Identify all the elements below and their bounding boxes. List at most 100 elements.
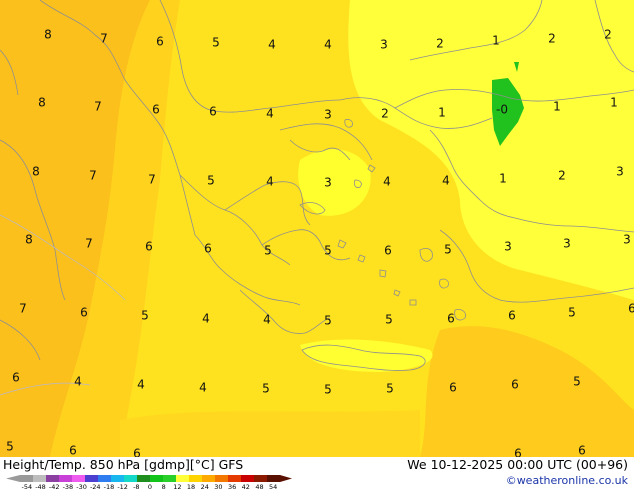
contour-label: 6 [508, 309, 516, 323]
contour-label: 6 [514, 447, 522, 458]
contour-label: 3 [324, 176, 332, 190]
colorbar-cell [189, 475, 203, 482]
colorbar-cell [72, 475, 86, 482]
contour-label: 4 [442, 174, 450, 188]
contour-label: 6 [511, 378, 519, 392]
temperature-map: 8 7 6 5 4 4 3 2 1 2 2 8 7 6 6 4 3 2 1 -0 1 1 8 7 7 5 4 3 4 4 1 2 3 8 7 6 6 5 5… [0, 0, 634, 457]
contour-label: 3 [623, 233, 631, 247]
colorbar-tick-label: 24 [201, 483, 209, 490]
contour-label: 2 [604, 28, 612, 42]
colorbar-tick-label: -12 [117, 483, 128, 490]
colorbar-tick-label: -38 [63, 483, 74, 490]
contour-label: 6 [204, 242, 212, 256]
colorbar-cell [85, 475, 99, 482]
contour-label: 5 [212, 36, 220, 50]
colorbar-tick-label: 18 [187, 483, 195, 490]
temperature-colorbar: -54 -48 -42 -38 -30 -24 -18 -12 -8 0 8 12 18 24 30 36 42… [6, 475, 292, 490]
contour-label: 3 [324, 108, 332, 122]
colorbar-tick-label: -42 [49, 483, 60, 490]
colorbar-tick-label: 12 [173, 483, 181, 490]
colorbar-cell [176, 475, 190, 482]
credit-link[interactable]: ©weatheronline.co.uk [506, 474, 628, 487]
colorbar-tick-label: 54 [269, 483, 277, 490]
contour-label: 4 [383, 175, 391, 189]
contour-label: 4 [324, 38, 332, 52]
colorbar-cell [163, 475, 177, 482]
colorbar-tick-label: -18 [104, 483, 115, 490]
contour-label: 7 [19, 302, 27, 316]
contour-label: 3 [616, 165, 624, 179]
colorbar-arrow-left [6, 475, 20, 482]
colorbar-tick-label: 30 [214, 483, 222, 490]
contour-label: 5 [385, 313, 393, 327]
contour-label: 7 [89, 169, 97, 183]
contour-label: 5 [568, 306, 576, 320]
contour-label: 7 [85, 237, 93, 251]
contour-label: 5 [324, 314, 332, 328]
colorbar-tick-label: 8 [162, 483, 166, 490]
colorbar-cell [59, 475, 73, 482]
contour-label: 7 [148, 173, 156, 187]
contour-label: 5 [324, 383, 332, 397]
colorbar-tick-label: -48 [35, 483, 46, 490]
contour-label: 6 [156, 35, 164, 49]
colorbar-cell [46, 475, 60, 482]
colorbar-cell [20, 475, 34, 482]
contour-label: 8 [32, 165, 40, 179]
colorbar-tick-label: 48 [255, 483, 263, 490]
colorbar-cell [150, 475, 164, 482]
contour-label: 1 [438, 106, 446, 120]
colorbar-cell [33, 475, 47, 482]
contour-label: 7 [94, 100, 102, 114]
colorbar-tick-label: -8 [133, 483, 139, 490]
contour-label: 6 [152, 103, 160, 117]
contour-label: 3 [504, 240, 512, 254]
colorbar-cell [111, 475, 125, 482]
colorbar-cell [254, 475, 268, 482]
contour-label: 5 [141, 309, 149, 323]
map-title: Height/Temp. 850 hPa [gdmp][°C] GFS [3, 457, 244, 472]
colorbar-cell [241, 475, 255, 482]
contour-label: 2 [548, 32, 556, 46]
contour-label: 7 [100, 32, 108, 46]
colorbar-cell [228, 475, 242, 482]
colorbar-arrow-right [280, 475, 292, 482]
contour-label: 2 [381, 107, 389, 121]
contour-label: 4 [199, 381, 207, 395]
contour-label: 8 [44, 28, 52, 42]
contour-label: 4 [266, 175, 274, 189]
contour-label: 5 [386, 382, 394, 396]
contour-label: 6 [145, 240, 153, 254]
valid-time: We 10-12-2025 00:00 UTC (00+96) [407, 457, 628, 472]
contour-label: 3 [380, 38, 388, 52]
contour-label: 5 [207, 174, 215, 188]
contour-label: 6 [628, 302, 634, 316]
contour-label: 4 [268, 38, 276, 52]
colorbar-cell [202, 475, 216, 482]
contour-label: 5 [264, 244, 272, 258]
contour-label: 6 [133, 447, 141, 458]
contour-label: -0 [496, 103, 508, 117]
contour-label: 1 [499, 172, 507, 186]
contour-label: 6 [80, 306, 88, 320]
contour-label: 5 [6, 440, 14, 454]
colorbar-cell [215, 475, 229, 482]
contour-label: 8 [38, 96, 46, 110]
contour-label: 4 [266, 107, 274, 121]
contour-label: 4 [263, 313, 271, 327]
colorbar-cell [98, 475, 112, 482]
colorbar-tick-label: 42 [242, 483, 250, 490]
map-footer: Height/Temp. 850 hPa [gdmp][°C] GFS We 1… [0, 457, 634, 490]
contour-label: 2 [436, 37, 444, 51]
colorbar-tick-label: 36 [228, 483, 236, 490]
colorbar-tick-label: -30 [76, 483, 87, 490]
contour-label: 6 [578, 444, 586, 458]
contour-label: 1 [492, 34, 500, 48]
contour-label: 6 [209, 105, 217, 119]
colorbar-cell [267, 475, 281, 482]
contour-label: 6 [384, 244, 392, 258]
contour-label: 3 [563, 237, 571, 251]
colorbar-tick-label: -24 [90, 483, 101, 490]
contour-label: 4 [137, 378, 145, 392]
contour-label: 1 [610, 96, 618, 110]
